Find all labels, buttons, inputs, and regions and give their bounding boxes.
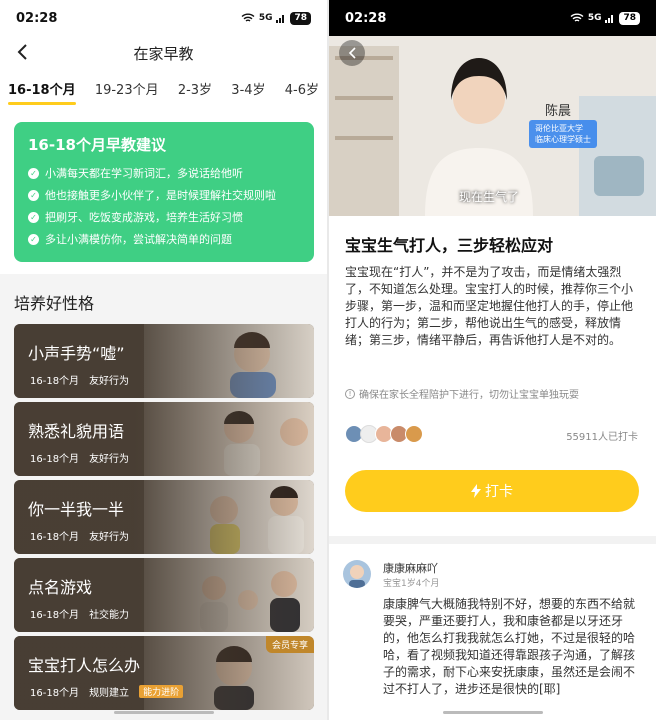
wifi-icon xyxy=(241,13,255,22)
card-tag: 友好行为 xyxy=(89,376,130,387)
card-title: 点名游戏 xyxy=(28,578,93,597)
tab-2-3-years[interactable]: 2-3岁 xyxy=(178,79,212,98)
activity-card[interactable]: 小声手势“嘘” 16-18个月 友好行为 xyxy=(14,324,314,398)
home-indicator xyxy=(442,711,543,714)
activity-card[interactable]: 点名游戏 16-18个月 社交能力 xyxy=(14,558,314,632)
check-icon: ✓ xyxy=(28,211,39,223)
card-title: 你一半我一半 xyxy=(28,500,125,519)
signal-label: 5G xyxy=(587,13,602,23)
card-age: 16-18个月 xyxy=(30,376,80,387)
lesson-body: 宝宝现在“打人”，并不是为了攻击，而是情绪太强烈了，不知道怎么处理。宝宝打人的时… xyxy=(345,265,634,347)
card-age: 16-18个月 xyxy=(30,688,80,699)
battery-icon: 78 xyxy=(290,11,311,25)
card-title: 熟悉礼貌用语 xyxy=(28,422,125,441)
commenter-meta: 宝宝1岁4个月 xyxy=(383,579,440,589)
status-bar: 02:28 5G 78 xyxy=(329,0,656,36)
advice-item: ✓ 小满每天都在学习新词汇，多说话给他听 xyxy=(28,165,300,181)
commenter-avatar[interactable] xyxy=(343,560,371,588)
card-age: 16-18个月 xyxy=(30,532,80,543)
nav-bar: 在家早教 xyxy=(0,36,327,70)
activity-card[interactable]: 会员专享 宝宝打人怎么办 16-18个月 规则建立 能力进阶 xyxy=(14,636,314,710)
card-age: 16-18个月 xyxy=(30,610,80,621)
advice-item: ✓ 多让小满模仿你，尝试解决简单的问题 xyxy=(28,231,300,247)
card-tag: 友好行为 xyxy=(89,532,130,543)
advice-item: ✓ 把刷牙、吃饭变成游戏，培养生活好习惯 xyxy=(28,209,300,225)
chevron-left-icon xyxy=(17,44,27,60)
page-title: 在家早教 xyxy=(133,44,194,63)
advice-card: 16-18个月早教建议 ✓ 小满每天都在学习新词汇，多说话给他听 ✓ 他也接触更多小… xyxy=(14,122,314,262)
video-subtitle: 现在生气了 xyxy=(459,190,520,204)
check-icon: ✓ xyxy=(28,167,39,179)
activity-card[interactable]: 熟悉礼貌用语 16-18个月 友好行为 xyxy=(14,402,314,476)
checkin-button[interactable]: 打卡 xyxy=(345,470,639,512)
tab-4-6-years[interactable]: 4-6岁 xyxy=(285,79,319,98)
lesson-detail-screen: 02:28 5G 78 陈晨 哥伦比亚大学 临床心理学硕士 现在生气了 宝宝生气打… xyxy=(329,0,656,720)
card-tag: 规则建立 xyxy=(89,688,130,699)
early-education-screen: 02:28 5G 78 在家早教 16-18个月 19-23个月 2-3岁 3-… xyxy=(0,0,327,720)
tab-16-18-months[interactable]: 16-18个月 xyxy=(8,79,76,105)
signal-icon xyxy=(276,15,285,23)
check-icon: ✓ xyxy=(28,189,39,201)
status-time: 02:28 xyxy=(16,10,58,26)
tab-3-4-years[interactable]: 3-4岁 xyxy=(231,79,265,98)
section-title: 培养好性格 xyxy=(14,294,95,313)
signal-icon xyxy=(605,15,614,23)
home-indicator xyxy=(113,711,214,714)
status-bar: 02:28 5G 78 xyxy=(0,0,327,36)
back-button[interactable] xyxy=(10,40,34,64)
video-player[interactable]: 陈晨 哥伦比亚大学 临床心理学硕士 现在生气了 xyxy=(329,36,656,216)
commenter-name: 康康麻麻吖 xyxy=(383,562,438,575)
comment-text: 康康脾气大概随我特别不好，想要的东西不给就要哭，严重还要打人，我和康爸都是以牙还… xyxy=(383,597,636,696)
info-icon: ! xyxy=(345,388,355,399)
checkin-count: 55911人已打卡 xyxy=(566,432,638,443)
lightning-icon xyxy=(471,484,481,498)
advice-item: ✓ 他也接触更多小伙伴了，是时候理解社交规则啦 xyxy=(28,187,300,203)
card-title: 小声手势“嘘” xyxy=(28,344,125,363)
check-icon: ✓ xyxy=(28,233,39,245)
card-age: 16-18个月 xyxy=(30,454,80,465)
chevron-left-icon xyxy=(348,47,356,59)
card-tag: 社交能力 xyxy=(89,610,130,621)
signal-label: 5G xyxy=(258,13,273,23)
presenter-name: 陈晨 xyxy=(545,104,572,119)
age-tabs: 16-18个月 19-23个月 2-3岁 3-4岁 4-6岁 xyxy=(0,70,327,106)
advice-title: 16-18个月早教建议 xyxy=(28,136,166,154)
presenter-credential: 哥伦比亚大学 临床心理学硕士 xyxy=(529,120,597,148)
level-badge: 能力进阶 xyxy=(139,685,184,698)
vip-badge: 会员专享 xyxy=(265,636,314,653)
activity-card[interactable]: 你一半我一半 16-18个月 友好行为 xyxy=(14,480,314,554)
back-button[interactable] xyxy=(339,40,365,66)
safety-notice: ! 确保在家长全程陪护下进行，切勿让宝宝单独玩耍 xyxy=(345,386,579,401)
status-time: 02:28 xyxy=(345,10,387,26)
card-title: 宝宝打人怎么办 xyxy=(28,656,141,675)
checkin-avatars xyxy=(345,425,423,443)
tab-19-23-months[interactable]: 19-23个月 xyxy=(95,79,159,98)
wifi-icon xyxy=(570,13,584,22)
user-avatar xyxy=(405,425,423,443)
lesson-title: 宝宝生气打人，三步轻松应对 xyxy=(345,236,554,255)
card-tag: 友好行为 xyxy=(89,454,130,465)
battery-icon: 78 xyxy=(619,11,640,25)
